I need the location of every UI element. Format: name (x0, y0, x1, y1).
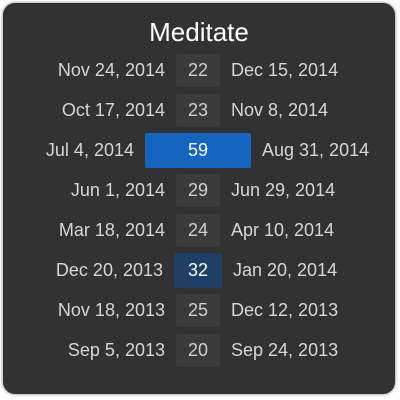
streak-start-date: Jul 4, 2014 (45, 140, 134, 160)
streak-row: Dec 20, 2013 32 Jan 20, 2014 (3, 250, 395, 290)
streak-start-date: Dec 20, 2013 (55, 260, 163, 280)
streak-row: Nov 24, 2014 22 Dec 15, 2014 (3, 50, 395, 90)
streak-length: 24 (176, 214, 220, 247)
streak-end-date: Sep 24, 2013 (231, 340, 339, 360)
streak-length: 22 (176, 54, 220, 87)
streak-length: 20 (176, 334, 220, 367)
streak-row: Mar 18, 2014 24 Apr 10, 2014 (3, 210, 395, 250)
streak-length: 29 (176, 174, 220, 207)
streak-start-date: Mar 18, 2014 (58, 220, 165, 240)
streak-length: 59 (145, 133, 251, 168)
streak-end-date: Jun 29, 2014 (231, 180, 336, 200)
streak-end-date: Apr 10, 2014 (231, 220, 335, 240)
streak-row: Sep 5, 2013 20 Sep 24, 2013 (3, 330, 395, 370)
streak-end-date: Nov 8, 2014 (231, 100, 329, 120)
streak-length: 25 (176, 294, 220, 327)
streak-row: Jul 4, 2014 59 Aug 31, 2014 (3, 130, 395, 170)
streak-start-date: Oct 17, 2014 (61, 100, 165, 120)
streak-length: 32 (174, 253, 222, 288)
streak-start-date: Sep 5, 2013 (67, 340, 165, 360)
streak-length: 23 (176, 94, 220, 127)
streak-start-date: Nov 18, 2013 (57, 300, 165, 320)
streak-end-date: Jan 20, 2014 (233, 260, 338, 280)
streak-row: Jun 1, 2014 29 Jun 29, 2014 (3, 170, 395, 210)
streak-end-date: Dec 12, 2013 (231, 300, 339, 320)
streak-row: Oct 17, 2014 23 Nov 8, 2014 (3, 90, 395, 130)
habit-title: Meditate (149, 17, 249, 47)
streak-start-date: Jun 1, 2014 (70, 180, 165, 200)
streaks-widget[interactable]: Meditate Nov 24, 2014 22 Dec 15, 2014 Oc… (3, 3, 395, 394)
streak-row: Nov 18, 2013 25 Dec 12, 2013 (3, 290, 395, 330)
streak-start-date: Nov 24, 2014 (57, 60, 165, 80)
streak-end-date: Dec 15, 2014 (231, 60, 339, 80)
streak-end-date: Aug 31, 2014 (262, 140, 370, 160)
